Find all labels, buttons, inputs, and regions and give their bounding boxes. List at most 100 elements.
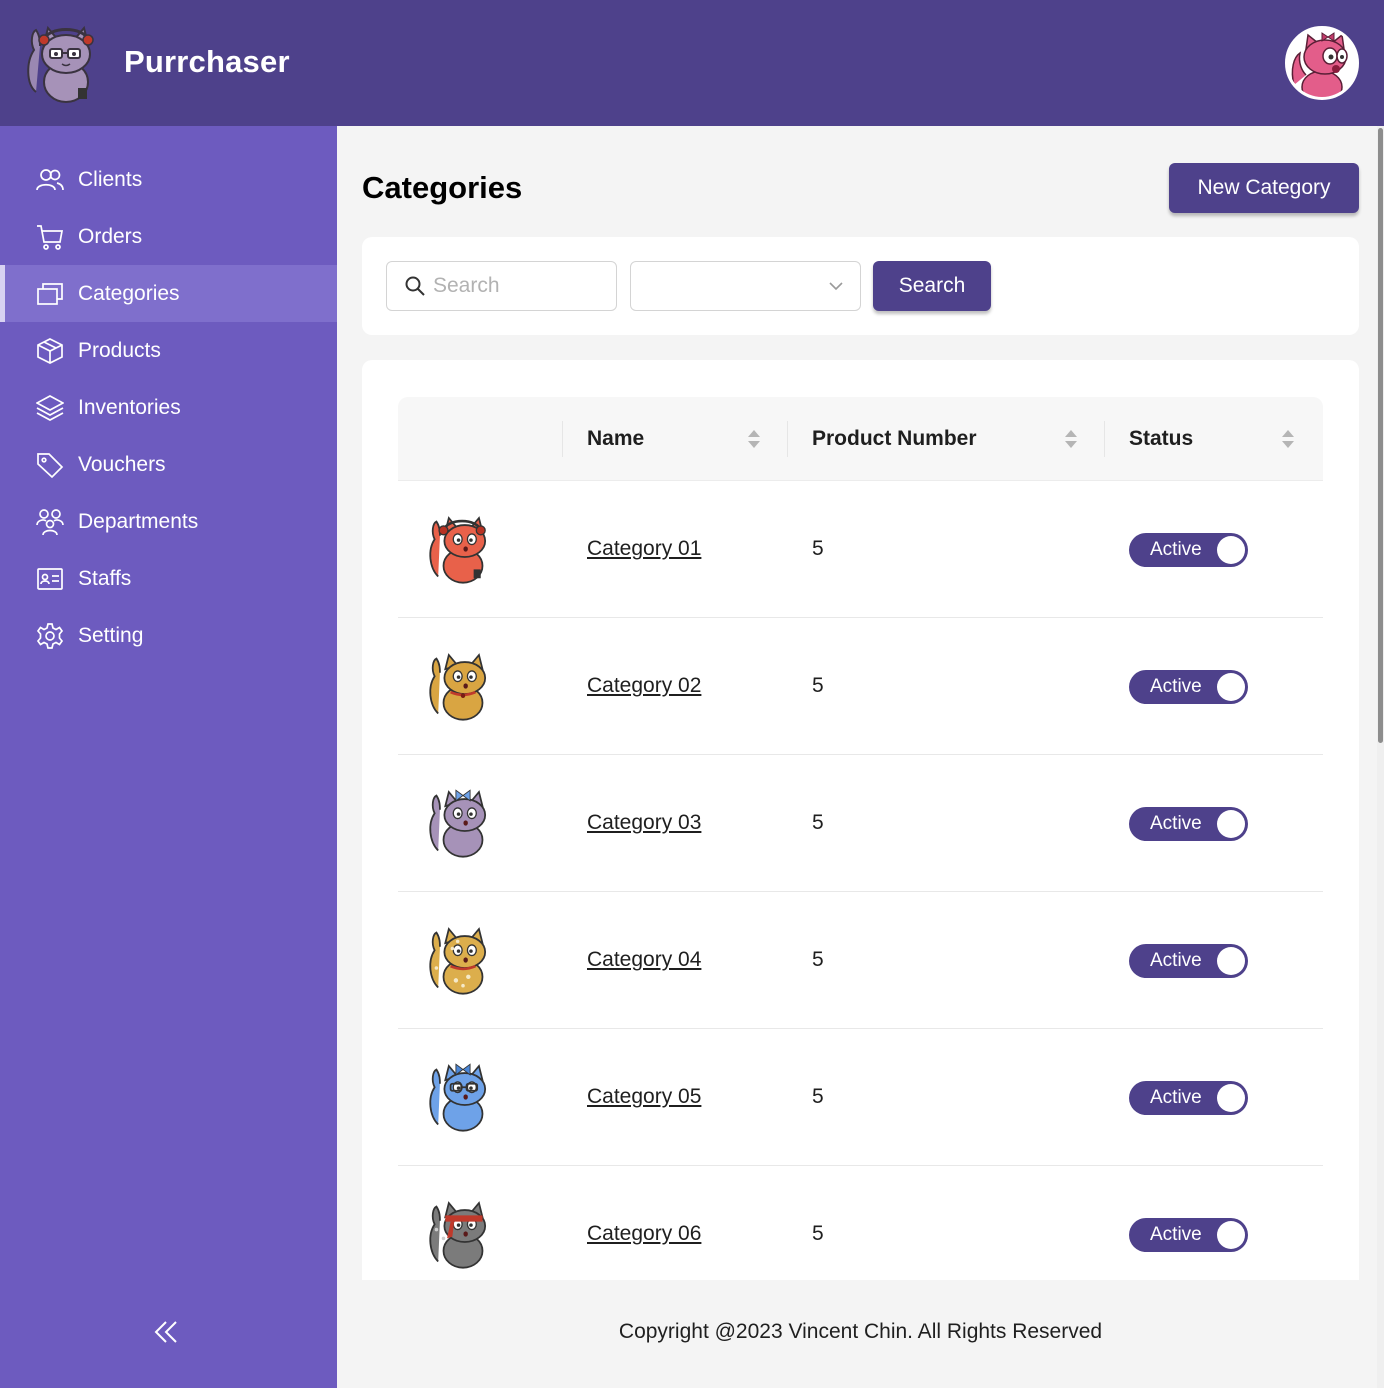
toggle-knob [1217,1084,1245,1112]
toggle-knob [1217,536,1245,564]
sidebar-item-vouchers[interactable]: Vouchers [0,436,337,493]
product-number: 5 [812,1222,824,1245]
sidebar-item-label: Products [78,338,161,362]
product-number: 5 [812,948,824,971]
status-toggle-label: Active [1150,950,1202,971]
filter-bar: Search [362,237,1359,335]
collapse-sidebar-button[interactable] [150,1316,182,1348]
footer-copyright: Copyright @2023 Vincent Chin. All Rights… [618,1320,1103,1343]
toggle-knob [1217,810,1245,838]
table-row: Category 01 5 Active [398,481,1323,618]
sidebar-item-staffs[interactable]: Staffs [0,550,337,607]
gear-icon [36,622,64,650]
category-name-link[interactable]: Category 06 [587,1222,701,1246]
sidebar: Clients Orders Categories Products Inven… [0,126,337,1388]
table-row: Category 04 5 Active [398,892,1323,1029]
sidebar-item-departments[interactable]: Departments [0,493,337,550]
status-toggle-label: Active [1150,539,1202,560]
status-select[interactable] [630,261,861,311]
new-category-button[interactable]: New Category [1169,163,1359,213]
layers-icon [36,394,64,422]
sidebar-item-products[interactable]: Products [0,322,337,379]
sidebar-item-setting[interactable]: Setting [0,607,337,664]
cart-icon [36,223,64,251]
status-toggle[interactable]: Active [1129,533,1248,567]
search-field[interactable] [386,261,617,311]
category-image [424,1193,502,1275]
table-row: Category 05 5 Active [398,1029,1323,1166]
category-name-link[interactable]: Category 04 [587,948,701,972]
sidebar-item-label: Setting [78,623,144,647]
chevron-down-icon [829,282,843,291]
sidebar-item-orders[interactable]: Orders [0,208,337,265]
sidebar-item-clients[interactable]: Clients [0,151,337,208]
category-name-link[interactable]: Category 03 [587,811,701,835]
column-divider [787,421,788,457]
category-image [424,508,502,590]
column-header-label: Status [1129,427,1194,450]
column-divider [562,421,563,457]
user-avatar[interactable] [1285,26,1359,100]
categories-table: Name Product Number Status Category 01 5 A… [362,360,1359,1280]
status-toggle-label: Active [1150,1224,1202,1245]
table-header: Name Product Number Status [398,397,1323,481]
sidebar-item-label: Inventories [78,395,181,419]
category-image [424,782,502,864]
category-name-link[interactable]: Category 01 [587,537,701,561]
status-toggle[interactable]: Active [1129,1081,1248,1115]
app-name: Purrchaser [124,44,290,79]
sidebar-item-label: Staffs [78,566,132,590]
product-number: 5 [812,674,824,697]
sort-icon[interactable] [747,428,761,450]
top-header: Purrchaser [0,0,1384,126]
column-header-label: Product Number [812,427,977,450]
product-number: 5 [812,811,824,834]
table-row: Category 03 5 Active [398,755,1323,892]
double-chevron-left-icon [154,1321,177,1343]
brand-logo[interactable] [22,22,102,104]
search-icon [405,276,425,296]
id-card-icon [36,565,64,593]
team-icon [36,508,64,536]
tag-icon [36,451,64,479]
column-divider [1104,421,1105,457]
column-header-status[interactable]: Status [1129,397,1319,481]
status-toggle-label: Active [1150,813,1202,834]
status-toggle[interactable]: Active [1129,807,1248,841]
table-row: Category 06 5 Active [398,1166,1323,1280]
users-icon [36,166,64,194]
search-input[interactable] [433,272,608,300]
box-icon [36,337,64,365]
sidebar-item-label: Clients [78,167,143,191]
product-number: 5 [812,537,824,560]
sort-icon[interactable] [1064,428,1078,450]
status-toggle[interactable]: Active [1129,1218,1248,1252]
column-header-product-number[interactable]: Product Number [812,397,1102,481]
table-row: Category 02 5 Active [398,618,1323,755]
sidebar-item-label: Orders [78,224,143,248]
status-toggle-label: Active [1150,676,1202,697]
category-image [424,645,502,727]
category-image [424,919,502,1001]
product-number: 5 [812,1085,824,1108]
category-image [424,1056,502,1138]
sort-icon[interactable] [1281,428,1295,450]
status-toggle[interactable]: Active [1129,944,1248,978]
category-name-link[interactable]: Category 05 [587,1085,701,1109]
toggle-knob [1217,1221,1245,1249]
windows-icon [36,280,64,308]
sidebar-item-inventories[interactable]: Inventories [0,379,337,436]
page-scrollbar[interactable] [1377,126,1384,1388]
category-name-link[interactable]: Category 02 [587,674,701,698]
toggle-knob [1217,673,1245,701]
search-button[interactable]: Search [873,261,991,311]
sidebar-item-categories[interactable]: Categories [0,265,337,322]
status-toggle[interactable]: Active [1129,670,1248,704]
status-toggle-label: Active [1150,1087,1202,1108]
scrollbar-thumb[interactable] [1378,128,1383,743]
toggle-knob [1217,947,1245,975]
column-header-name[interactable]: Name [587,397,787,481]
column-header-label: Name [587,427,645,450]
sidebar-item-label: Vouchers [78,452,166,476]
sidebar-item-label: Categories [78,281,180,305]
